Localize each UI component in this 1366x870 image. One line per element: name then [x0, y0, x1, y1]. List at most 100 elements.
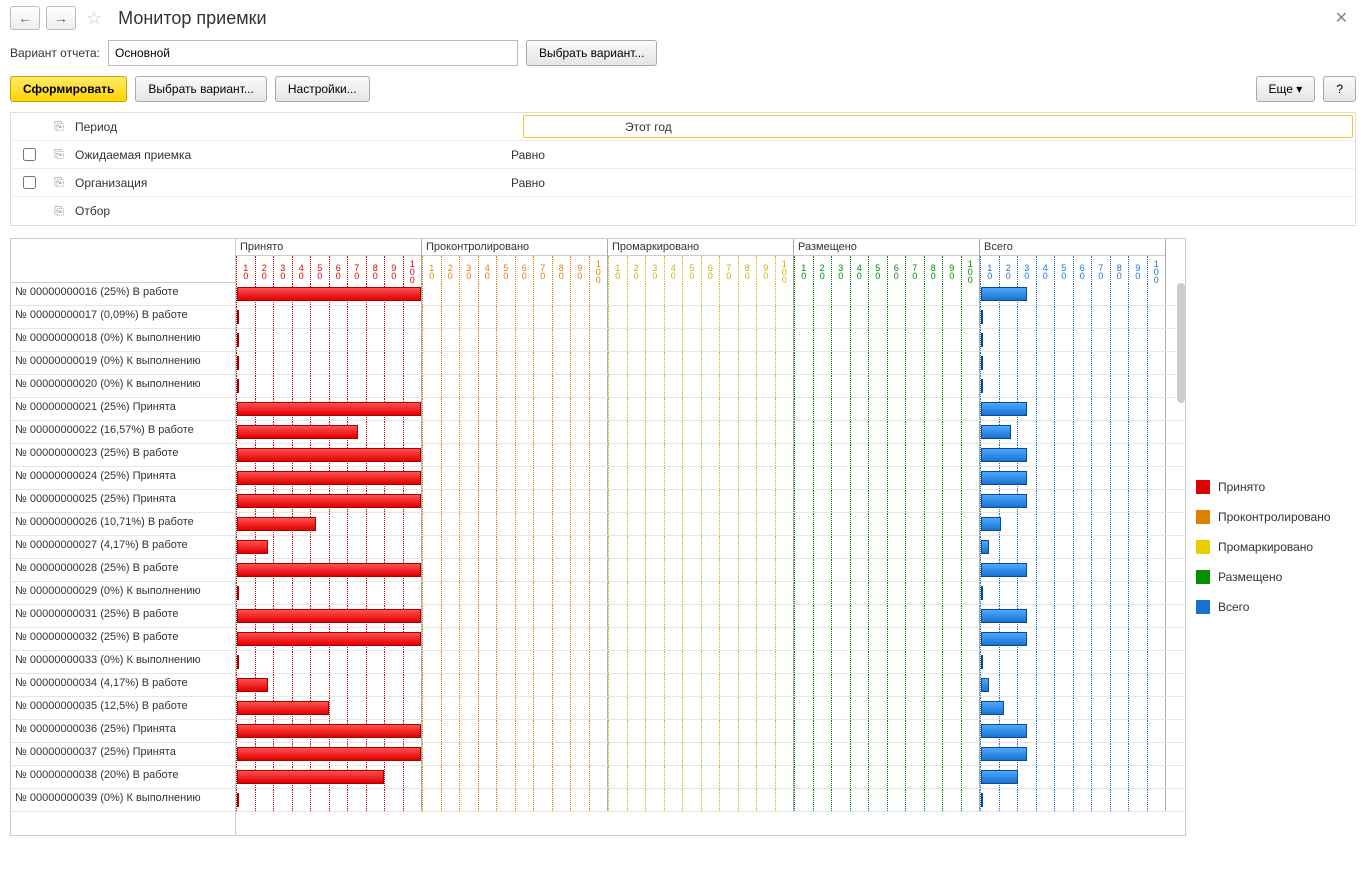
chart-bar [981, 356, 983, 370]
chart-row-label: № 00000000035 (12,5%) В работе [11, 697, 235, 720]
chart-bar [981, 609, 1027, 623]
chart-row-label: № 00000000016 (25%) В работе [11, 283, 235, 306]
chart-row [236, 398, 1185, 421]
report-chart: № 00000000016 (25%) В работе№ 0000000001… [10, 238, 1186, 836]
legend-swatch [1196, 510, 1210, 524]
filter-row[interactable]: ⎘ Период Этот год [11, 113, 1355, 141]
chart-bar [237, 287, 421, 301]
chart-bar [981, 333, 983, 347]
filter-row[interactable]: ⎘ Отбор [11, 197, 1355, 225]
chart-row [236, 559, 1185, 582]
more-button[interactable]: Еще ▾ [1256, 76, 1316, 102]
axis-tick: 80 [366, 256, 385, 284]
axis-tick: 30 [645, 256, 664, 284]
chart-bar [237, 678, 268, 692]
filter-row[interactable]: ⎘ Ожидаемая приемка Равно [11, 141, 1355, 169]
back-button[interactable]: ← [10, 6, 40, 30]
settings-button[interactable]: Настройки... [275, 76, 370, 102]
filter-checkbox[interactable] [23, 148, 36, 161]
axis-tick: 90 [942, 256, 961, 284]
axis-tick: 80 [552, 256, 571, 284]
axis-tick: 60 [329, 256, 348, 284]
variant-input[interactable] [108, 40, 518, 66]
chart-row-label: № 00000000025 (25%) Принята [11, 490, 235, 513]
axis-tick: 40 [478, 256, 497, 284]
chart-bar [237, 310, 239, 324]
chart-row-label: № 00000000024 (25%) Принята [11, 467, 235, 490]
close-button[interactable]: ✕ [1327, 8, 1356, 28]
axis-tick: 40 [664, 256, 683, 284]
filter-row[interactable]: ⎘ Организация Равно [11, 169, 1355, 197]
axis-tick: 40 [850, 256, 869, 284]
legend-label: Принято [1218, 480, 1265, 494]
chart-row [236, 605, 1185, 628]
filter-condition: Равно [511, 176, 621, 190]
filter-icon: ⎘ [47, 119, 71, 134]
axis-tick: 100 [1147, 256, 1166, 284]
axis-tick: 10 [980, 256, 999, 284]
filters-table: ⎘ Период Этот год ⎘ Ожидаемая приемка Ра… [10, 112, 1356, 226]
chart-bar [981, 563, 1027, 577]
chart-row-label: № 00000000018 (0%) К выполнению [11, 329, 235, 352]
choose-variant-button[interactable]: Выбрать вариант... [135, 76, 266, 102]
axis-tick: 70 [347, 256, 366, 284]
axis-tick: 100 [589, 256, 608, 284]
axis-tick: 10 [422, 256, 441, 284]
forward-button[interactable]: → [46, 6, 76, 30]
axis-tick: 90 [756, 256, 775, 284]
variant-label: Вариант отчета: [10, 46, 100, 60]
legend-swatch [1196, 480, 1210, 494]
legend-item: Всего [1196, 592, 1366, 622]
legend-label: Промаркировано [1218, 540, 1313, 554]
chart-bar [237, 793, 239, 807]
chart-row [236, 743, 1185, 766]
chart-row [236, 490, 1185, 513]
chart-bar [237, 356, 239, 370]
chart-bar [981, 494, 1027, 508]
legend-label: Проконтролировано [1218, 510, 1331, 524]
axis-tick: 80 [924, 256, 943, 284]
chart-bar [981, 471, 1027, 485]
chart-row [236, 582, 1185, 605]
legend-item: Проконтролировано [1196, 502, 1366, 532]
choose-variant-button-top[interactable]: Выбрать вариант... [526, 40, 657, 66]
help-button[interactable]: ? [1323, 76, 1356, 102]
axis-tick: 80 [1110, 256, 1129, 284]
chart-row [236, 720, 1185, 743]
legend-item: Размещено [1196, 562, 1366, 592]
axis-tick: 60 [701, 256, 720, 284]
chart-bar [981, 632, 1027, 646]
chart-bar [981, 747, 1027, 761]
legend-swatch [1196, 570, 1210, 584]
column-title: Принято [236, 239, 421, 256]
axis-tick: 20 [813, 256, 832, 284]
axis-tick: 100 [961, 256, 980, 284]
column-title: Проконтролировано [422, 239, 607, 256]
axis-tick: 20 [999, 256, 1018, 284]
legend-swatch [1196, 600, 1210, 614]
scrollbar-thumb[interactable] [1177, 283, 1185, 403]
favorite-icon[interactable]: ☆ [86, 8, 102, 29]
run-report-button[interactable]: Сформировать [10, 76, 127, 102]
axis-tick: 50 [1054, 256, 1073, 284]
chart-bar [237, 379, 239, 393]
chart-bar [237, 333, 239, 347]
chart-row-label: № 00000000031 (25%) В работе [11, 605, 235, 628]
axis-tick: 30 [273, 256, 292, 284]
chart-row [236, 444, 1185, 467]
chart-bar [237, 563, 421, 577]
filter-checkbox[interactable] [23, 176, 36, 189]
axis-tick: 30 [459, 256, 478, 284]
filter-name: Ожидаемая приемка [71, 148, 511, 162]
chart-bar [237, 586, 239, 600]
chart-row-label: № 00000000032 (25%) В работе [11, 628, 235, 651]
filter-value[interactable]: Этот год [621, 120, 1355, 134]
chart-row [236, 697, 1185, 720]
chart-row-label: № 00000000017 (0,09%) В работе [11, 306, 235, 329]
chart-row-label: № 00000000039 (0%) К выполнению [11, 789, 235, 812]
axis-tick: 60 [515, 256, 534, 284]
chart-bar [237, 540, 268, 554]
axis-tick: 60 [887, 256, 906, 284]
axis-tick: 90 [570, 256, 589, 284]
axis-tick: 100 [775, 256, 794, 284]
